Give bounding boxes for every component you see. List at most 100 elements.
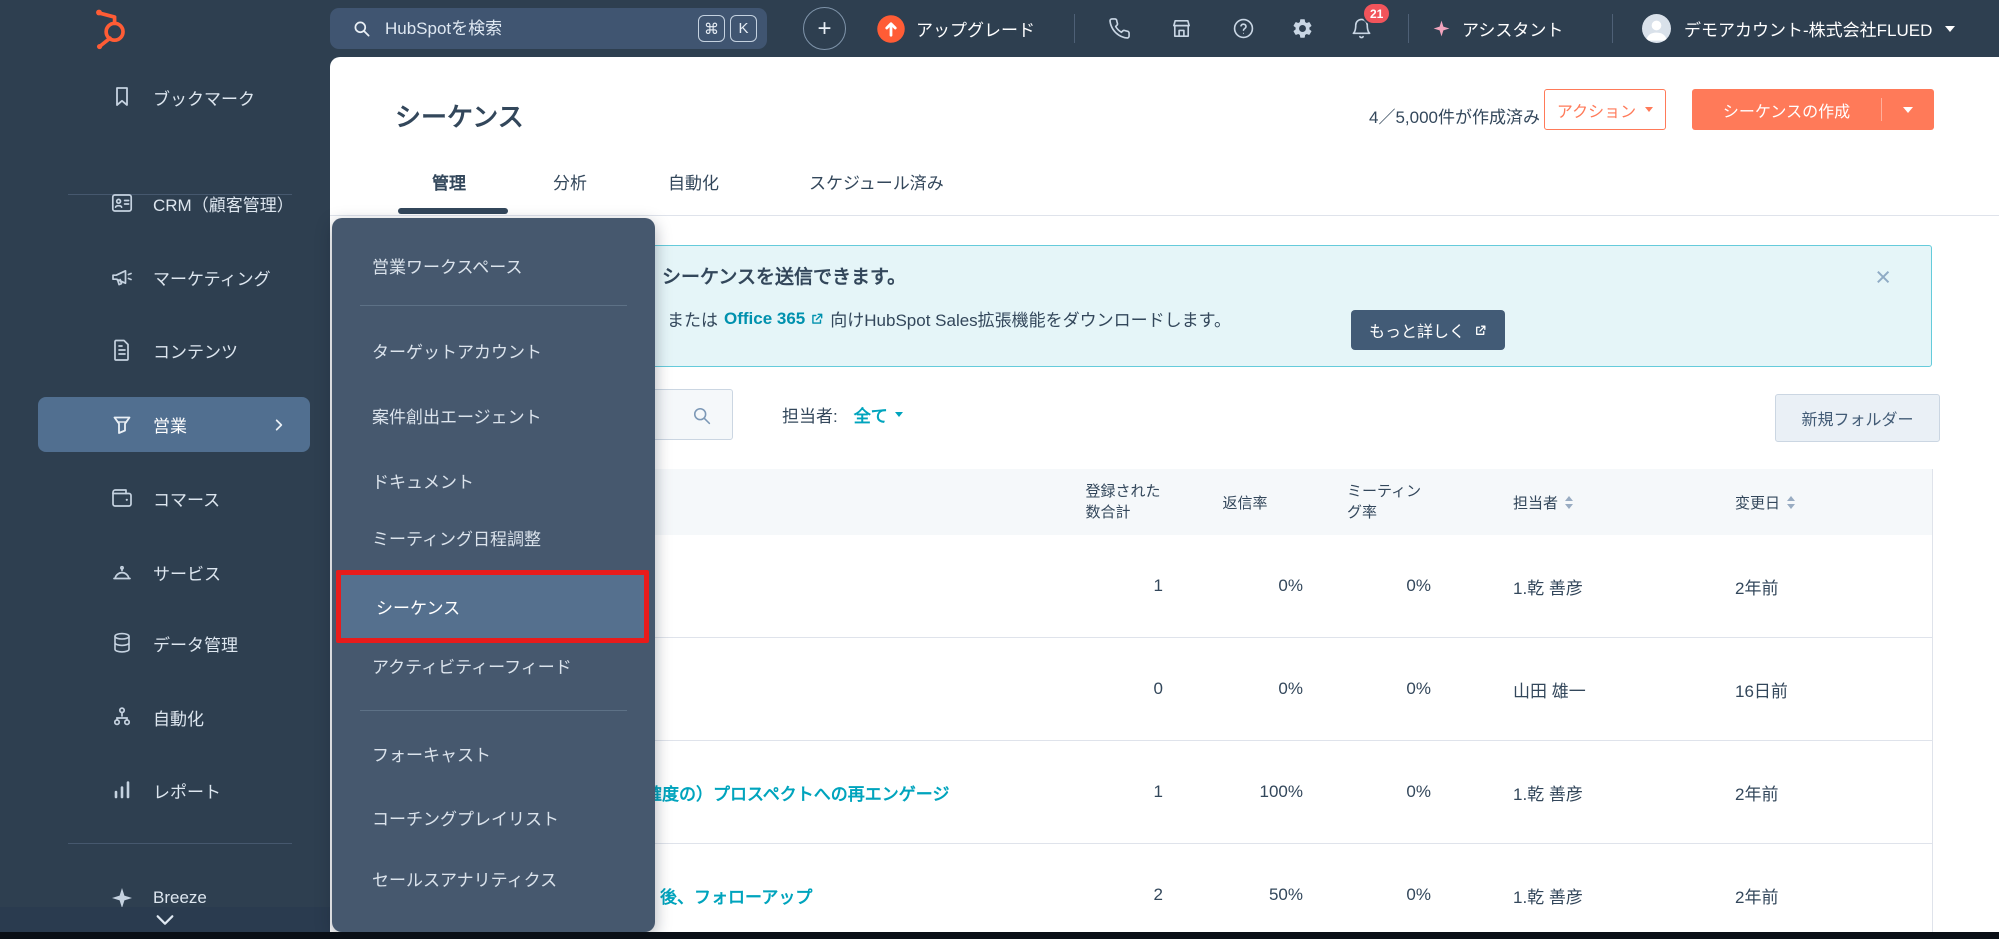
learn-more-label: もっと詳しく (1369, 318, 1465, 342)
reply-rate-cell: 0% (1175, 679, 1315, 699)
table-row[interactable]: 後、フォローアップ 2 50% 0% 1.乾 善彦 2年前 (640, 844, 1932, 932)
sort-icon (1787, 496, 1795, 509)
menu-item-prospecting-agent[interactable]: 案件創出エージェント (332, 393, 655, 437)
sort-icon (1565, 496, 1573, 509)
caret-down-icon (1945, 26, 1955, 32)
external-link-icon (810, 312, 824, 326)
sequence-name-link[interactable]: 後、フォローアップ (660, 888, 812, 907)
modified-cell: 2年前 (1700, 780, 1933, 805)
actions-button[interactable]: アクション (1544, 89, 1666, 130)
col-header-modified[interactable]: 変更日 (1700, 492, 1933, 513)
contact-card-icon (110, 191, 134, 215)
sparkle-icon (1432, 19, 1451, 38)
sales-flyout-menu: 営業ワークスペース ターゲットアカウント 案件創出エージェント ドキュメント ミ… (332, 218, 655, 932)
create-sequence-dropdown[interactable] (1882, 107, 1934, 113)
sequence-name-cell[interactable]: 確度の）プロスペクトへの再エンゲージ (640, 780, 1080, 805)
meeting-rate-cell: 0% (1315, 576, 1455, 596)
menu-item-activity-feed[interactable]: アクティビティーフィード (332, 643, 655, 687)
header-divider (330, 215, 1999, 216)
settings-gear-icon[interactable] (1291, 17, 1314, 40)
sidebar-item-sales[interactable]: 営業 (38, 397, 310, 452)
sidebar-divider (68, 843, 292, 844)
assistant-button[interactable]: アシスタント (1432, 13, 1563, 44)
menu-item-meetings[interactable]: ミーティング日程調整 (332, 515, 655, 559)
wallet-icon (110, 486, 134, 510)
menu-item-forecast[interactable]: フォーキャスト (332, 731, 655, 775)
sidebar-item-label: データ管理 (153, 631, 238, 656)
sidebar-collapse-button[interactable] (0, 907, 330, 932)
office365-link-label: Office 365 (724, 309, 805, 329)
banner-text: 向けHubSpot Sales拡張機能をダウンロードします。 (830, 306, 1231, 331)
topbar-divider (1408, 14, 1409, 43)
owner-filter-value[interactable]: 全て (854, 402, 903, 427)
upgrade-button[interactable]: アップグレード (876, 13, 1035, 44)
col-header-enrolled: 登録された数合計 (1080, 481, 1175, 523)
menu-item-sales-workspace[interactable]: 営業ワークスペース (332, 243, 655, 287)
owner-cell: 1.乾 善彦 (1455, 780, 1700, 805)
menu-item-sales-analytics[interactable]: セールスアナリティクス (332, 856, 655, 900)
menu-item-sequences[interactable]: シーケンス (336, 570, 649, 643)
sidebar-item-label: 営業 (153, 412, 187, 437)
help-icon[interactable] (1232, 17, 1255, 40)
sidebar-item-crm[interactable]: CRM（顧客管理） (0, 181, 330, 225)
caret-down-icon (1645, 107, 1653, 112)
sidebar-item-marketing[interactable]: マーケティング (0, 255, 330, 299)
sidebar-item-bookmarks[interactable]: ブックマーク (0, 75, 330, 119)
assistant-label: アシスタント (1462, 16, 1563, 41)
col-header-reply: 返信率 (1175, 492, 1315, 513)
sequence-name-link[interactable]: 確度の）プロスペクトへの再エンゲージ (645, 785, 949, 804)
chevron-right-icon (272, 418, 286, 432)
sidebar-item-label: サービス (153, 560, 221, 585)
sidebar-item-automation[interactable]: 自動化 (0, 695, 330, 739)
actions-button-label: アクション (1557, 98, 1636, 122)
sidebar-item-label: ブックマーク (153, 85, 255, 110)
col-header-owner[interactable]: 担当者 (1455, 492, 1700, 513)
top-bar: ⌘ K + アップグレード 21 アシスタント デモアカウント-株式会社FLUE… (0, 0, 1999, 57)
sidebar-item-label: 自動化 (153, 705, 204, 730)
table-row[interactable]: 0 0% 0% 山田 雄一 16日前 (640, 638, 1932, 741)
topbar-divider (1074, 14, 1075, 43)
tab-automation[interactable]: 自動化 (668, 169, 719, 194)
hubspot-logo-icon[interactable] (88, 7, 132, 51)
caret-down-icon (895, 412, 903, 417)
sequence-name-cell[interactable]: 後、フォローアップ (640, 883, 1080, 908)
sidebar-item-commerce[interactable]: コマース (0, 476, 330, 520)
owner-cell: 1.乾 善彦 (1455, 883, 1700, 908)
sidebar-nav: ブックマーク CRM（顧客管理） マーケティング コンテンツ 営業 コマース サ… (0, 57, 330, 939)
tab-analyze[interactable]: 分析 (553, 169, 587, 194)
reply-rate-cell: 0% (1175, 576, 1315, 596)
sequences-table: 登録された数合計 返信率 ミーティング率 担当者 変更日 1 0% 0% 1.乾… (640, 469, 1933, 932)
reply-rate-cell: 50% (1175, 885, 1315, 905)
sidebar-item-service[interactable]: サービス (0, 550, 330, 594)
menu-item-coaching-playlists[interactable]: コーチングプレイリスト (332, 795, 655, 839)
tab-scheduled[interactable]: スケジュール済み (809, 169, 944, 194)
account-menu[interactable]: デモアカウント-株式会社FLUED (1642, 12, 1955, 45)
avatar (1642, 14, 1671, 43)
new-folder-button[interactable]: 新規フォルダー (1775, 394, 1940, 442)
sidebar-item-data[interactable]: データ管理 (0, 621, 330, 665)
quick-create-button[interactable]: + (803, 7, 846, 50)
owner-cell: 山田 雄一 (1455, 677, 1700, 702)
menu-item-target-accounts[interactable]: ターゲットアカウント (332, 328, 655, 372)
learn-more-button[interactable]: もっと詳しく (1351, 310, 1505, 350)
table-row[interactable]: 確度の）プロスペクトへの再エンゲージ 1 100% 0% 1.乾 善彦 2年前 (640, 741, 1932, 844)
bar-chart-icon (110, 778, 134, 802)
banner-close-button[interactable]: × (1875, 264, 1891, 291)
create-sequence-button[interactable]: シーケンスの作成 (1692, 89, 1934, 130)
sidebar-item-content[interactable]: コンテンツ (0, 328, 330, 372)
office365-link[interactable]: Office 365 (724, 309, 824, 329)
menu-item-documents[interactable]: ドキュメント (332, 458, 655, 502)
tab-manage[interactable]: 管理 (432, 169, 466, 194)
workflow-icon (110, 705, 134, 729)
banner-text: または (667, 306, 718, 331)
global-search[interactable]: ⌘ K (330, 8, 767, 49)
owner-filter[interactable]: 担当者: 全て (782, 402, 903, 427)
sidebar-item-label: Breeze (153, 888, 207, 908)
table-row[interactable]: 1 0% 0% 1.乾 善彦 2年前 (640, 535, 1932, 638)
search-icon (691, 405, 712, 426)
active-tab-indicator (398, 208, 508, 214)
marketplace-icon[interactable] (1170, 17, 1193, 40)
calling-icon[interactable] (1108, 17, 1131, 40)
global-search-input[interactable] (385, 19, 635, 39)
sidebar-item-reports[interactable]: レポート (0, 768, 330, 812)
